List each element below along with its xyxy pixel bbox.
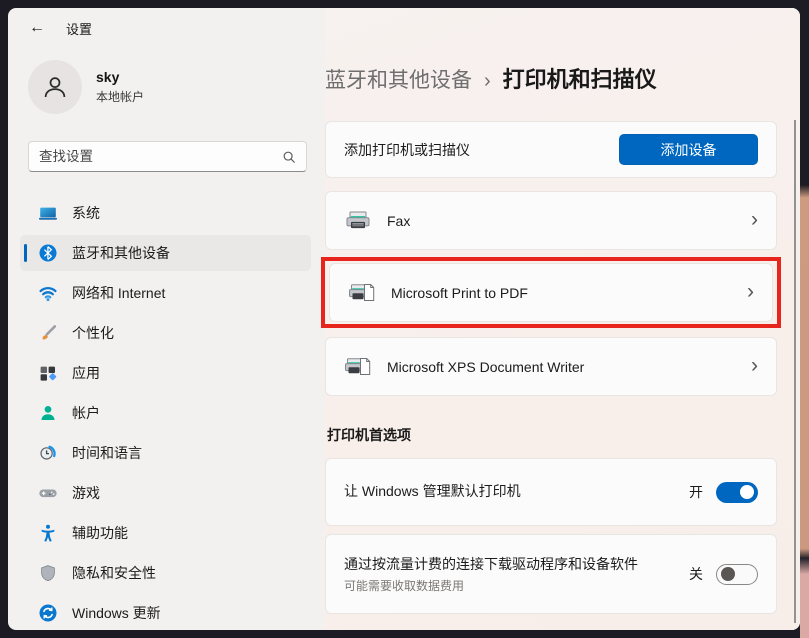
toggle-label-block: 让 Windows 管理默认打印机 (344, 481, 689, 503)
sidebar-item-label: 系统 (72, 203, 100, 223)
breadcrumb-parent[interactable]: 蓝牙和其他设备 (325, 64, 472, 94)
breadcrumb: 蓝牙和其他设备 › 打印机和扫描仪 (325, 62, 777, 94)
default-printer-toggle[interactable] (716, 482, 758, 503)
printer-preferences-heading: 打印机首选项 (327, 425, 777, 445)
sidebar-item-gaming[interactable]: 游戏 (20, 475, 311, 511)
sidebar-item-label: 网络和 Internet (72, 283, 165, 303)
toggle-label: 通过按流量计费的连接下载驱动程序和设备软件 (344, 554, 679, 576)
printer-name: Microsoft XPS Document Writer (387, 359, 584, 375)
toggle-sublabel: 可能需要收取数据费用 (344, 577, 679, 594)
metered-download-toggle-row: 通过按流量计费的连接下载驱动程序和设备软件 可能需要收取数据费用 关 (325, 534, 777, 614)
sidebar-item-bluetooth-devices[interactable]: 蓝牙和其他设备 (20, 235, 311, 271)
chevron-right-icon: › (747, 281, 754, 305)
settings-window: ← 设置 – □ ✕ sky 本地帐户 (8, 8, 800, 630)
sidebar-item-label: 辅助功能 (72, 523, 128, 543)
sidebar: sky 本地帐户 (8, 48, 325, 630)
search-icon (282, 150, 296, 164)
back-icon: ← (29, 19, 45, 37)
sidebar-item-label: 帐户 (72, 403, 100, 423)
time-language-icon (38, 443, 58, 463)
sidebar-item-label: 游戏 (72, 483, 100, 503)
toggle-group: 关 (689, 564, 758, 585)
sidebar-item-label: 个性化 (72, 323, 114, 343)
app-title: 设置 (66, 19, 92, 38)
user-icon (40, 72, 70, 102)
sidebar-item-apps[interactable]: 应用 (20, 355, 311, 391)
sidebar-item-privacy[interactable]: 隐私和安全性 (20, 555, 311, 591)
personalization-icon (38, 323, 58, 343)
sidebar-item-label: 应用 (72, 363, 100, 383)
toggle-label: 让 Windows 管理默认打印机 (344, 481, 679, 503)
sidebar-item-label: Windows 更新 (72, 603, 161, 623)
sidebar-item-accounts[interactable]: 帐户 (20, 395, 311, 431)
sidebar-item-windows-update[interactable]: Windows 更新 (20, 595, 311, 630)
windows-update-icon (38, 603, 58, 623)
printer-row-fax[interactable]: Fax › (325, 191, 777, 250)
desktop-background-strip (800, 0, 809, 638)
sidebar-item-system[interactable]: 系统 (20, 195, 311, 231)
default-printer-toggle-row: 让 Windows 管理默认打印机 开 (325, 458, 777, 526)
chevron-right-icon: › (751, 209, 758, 233)
sidebar-item-time-language[interactable]: 时间和语言 (20, 435, 311, 471)
page-title: 打印机和扫描仪 (503, 62, 657, 94)
accounts-icon (38, 403, 58, 423)
toggle-state-label: 关 (689, 564, 703, 584)
toggle-knob (740, 485, 754, 499)
user-name: sky (96, 69, 144, 85)
sidebar-item-label: 时间和语言 (72, 443, 142, 463)
accessibility-icon (38, 523, 58, 543)
toggle-knob (721, 567, 735, 581)
sidebar-item-label: 蓝牙和其他设备 (72, 243, 170, 263)
system-icon (38, 203, 58, 223)
main-content: 蓝牙和其他设备 › 打印机和扫描仪 添加打印机或扫描仪 添加设备 Fax › (325, 8, 800, 630)
network-icon (38, 283, 58, 303)
user-account-type: 本地帐户 (96, 88, 144, 105)
back-button[interactable]: ← (22, 15, 52, 41)
chevron-right-icon: › (751, 355, 758, 379)
add-printer-label: 添加打印机或扫描仪 (344, 140, 619, 160)
printer-icon (344, 209, 374, 233)
user-block[interactable]: sky 本地帐户 (28, 60, 311, 114)
sidebar-item-personalization[interactable]: 个性化 (20, 315, 311, 351)
search-input[interactable] (39, 149, 282, 164)
printer-page-icon (344, 355, 374, 379)
red-highlight-box: Microsoft Print to PDF › (321, 257, 781, 328)
toggle-state-label: 开 (689, 482, 703, 502)
sidebar-item-accessibility[interactable]: 辅助功能 (20, 515, 311, 551)
bluetooth-icon (38, 243, 58, 263)
sidebar-nav: 系统 蓝牙和其他设备 (20, 195, 311, 630)
search-box[interactable] (28, 141, 307, 172)
gaming-icon (38, 483, 58, 503)
printer-page-icon (348, 281, 378, 305)
privacy-shield-icon (38, 563, 58, 583)
printer-row-microsoft-print-to-pdf[interactable]: Microsoft Print to PDF › (329, 263, 773, 322)
vertical-scrollbar[interactable] (794, 120, 796, 623)
metered-download-toggle[interactable] (716, 564, 758, 585)
add-printer-card: 添加打印机或扫描仪 添加设备 (325, 121, 777, 178)
user-meta: sky 本地帐户 (96, 69, 144, 105)
apps-icon (38, 363, 58, 383)
printer-row-microsoft-xps[interactable]: Microsoft XPS Document Writer › (325, 337, 777, 396)
sidebar-item-label: 隐私和安全性 (72, 563, 156, 583)
add-device-button[interactable]: 添加设备 (619, 134, 758, 165)
avatar (28, 60, 82, 114)
toggle-label-block: 通过按流量计费的连接下载驱动程序和设备软件 可能需要收取数据费用 (344, 554, 689, 595)
breadcrumb-separator-icon: › (484, 70, 491, 93)
toggle-group: 开 (689, 482, 758, 503)
printer-name: Fax (387, 213, 410, 229)
sidebar-item-network[interactable]: 网络和 Internet (20, 275, 311, 311)
printer-name: Microsoft Print to PDF (391, 285, 528, 301)
